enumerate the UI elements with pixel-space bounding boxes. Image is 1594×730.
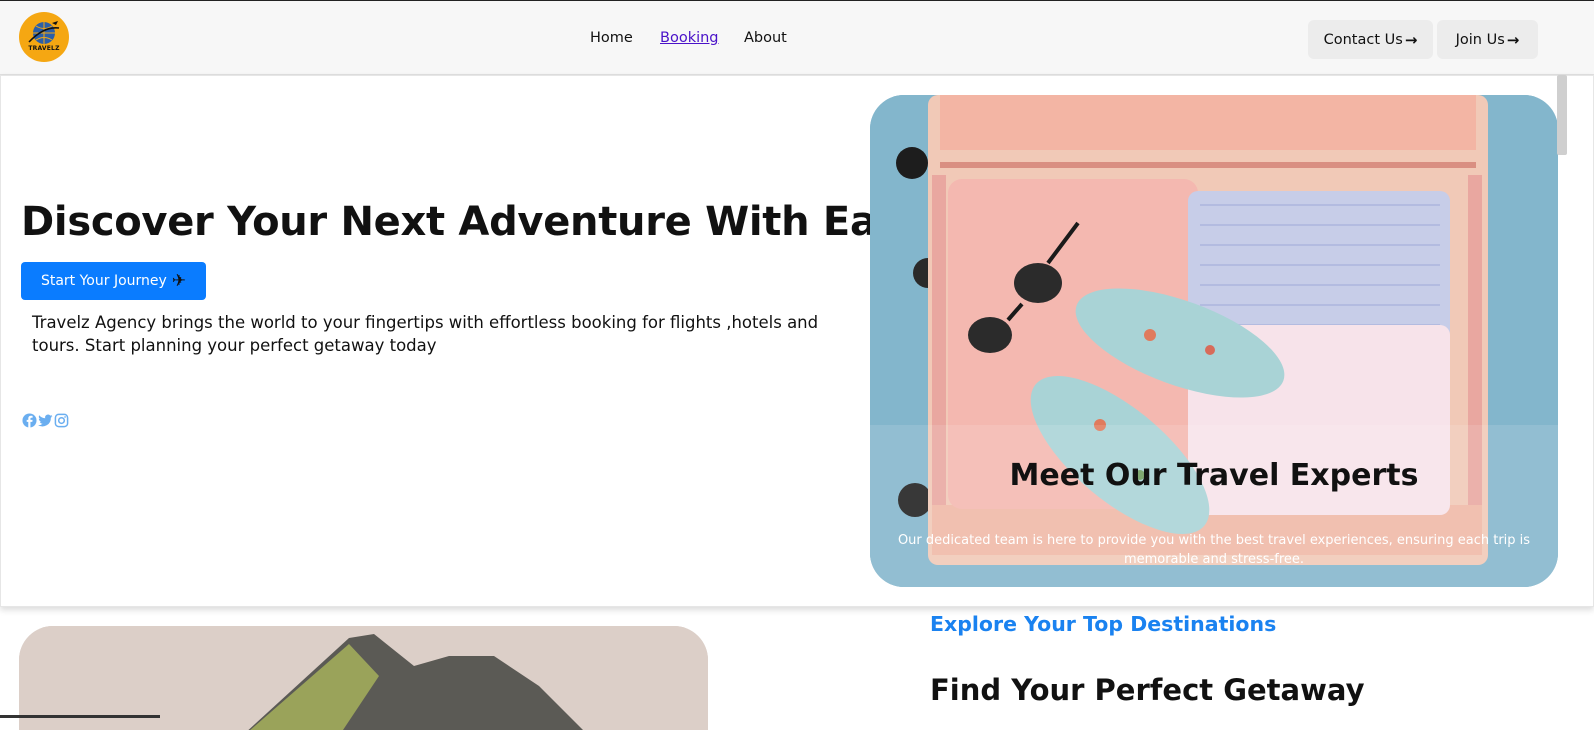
contact-us-label: Contact Us (1323, 31, 1403, 48)
hero-section: Discover Your Next Adventure With Ease S… (0, 75, 1594, 607)
page-scrollbar[interactable] (1557, 75, 1567, 155)
globe-plane-logo-icon (28, 21, 60, 44)
twitter-icon[interactable] (38, 413, 53, 428)
arrow-right-icon: → (1506, 30, 1520, 49)
experts-photo-card: Meet Our Travel Experts Our dedicated te… (870, 95, 1558, 587)
start-journey-button[interactable]: Start Your Journey ✈ (21, 262, 206, 300)
hero-headline: Discover Your Next Adventure With Ease (21, 199, 927, 245)
instagram-icon[interactable] (54, 413, 69, 428)
experts-title: Meet Our Travel Experts (1009, 458, 1419, 493)
start-journey-label: Start Your Journey (40, 273, 167, 289)
facebook-icon[interactable] (22, 413, 37, 428)
hero-description: Travelz Agency brings the world to your … (32, 313, 819, 355)
nav-home[interactable]: Home (590, 30, 633, 46)
airplane-icon: ✈ (171, 271, 187, 291)
destinations-title: Find Your Perfect Getaway (930, 673, 1365, 707)
suitcase-photo (870, 95, 1558, 587)
bottom-divider (0, 715, 160, 718)
social-links (22, 413, 69, 428)
destinations-eyebrow: Explore Your Top Destinations (930, 612, 1277, 636)
logo-wordmark: TRAVELZ (28, 45, 60, 52)
nav-booking[interactable]: Booking (660, 30, 719, 46)
arrow-right-icon: → (1404, 30, 1418, 49)
travelz-logo[interactable]: TRAVELZ (19, 12, 69, 62)
nav-about[interactable]: About (744, 30, 787, 46)
experts-text: Our dedicated team is here to provide yo… (897, 533, 1531, 567)
join-us-button[interactable]: Join Us → (1437, 20, 1538, 59)
contact-us-button[interactable]: Contact Us → (1308, 20, 1433, 59)
join-us-label: Join Us (1455, 31, 1505, 48)
top-navbar: TRAVELZ Home Booking About Contact Us → … (0, 0, 1594, 75)
